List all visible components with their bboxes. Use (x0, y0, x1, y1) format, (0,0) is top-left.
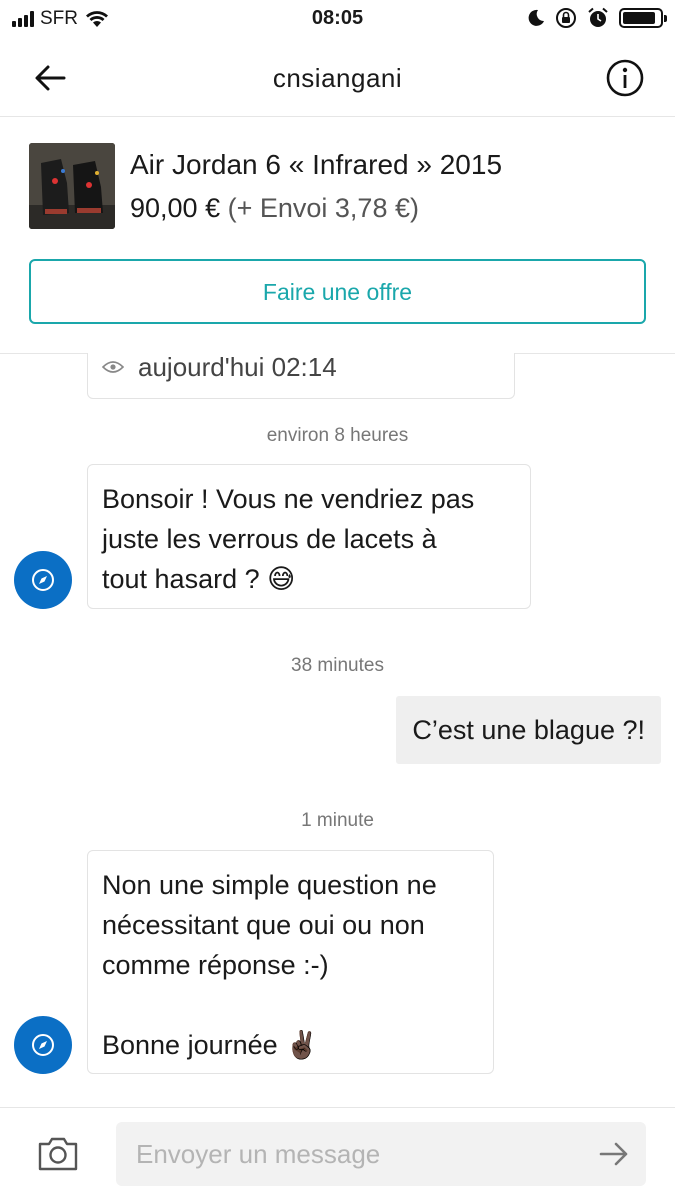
message-line: Non une simple question ne (102, 870, 437, 900)
message-list[interactable]: aujourd'hui 02:14 environ 8 heures Bonso… (0, 353, 675, 1107)
incoming-message-bubble[interactable]: Non une simple question ne nécessitant q… (87, 850, 494, 1074)
message-line: juste les verrous de lacets à (102, 524, 437, 554)
seen-receipt-bubble: aujourd'hui 02:14 (87, 353, 515, 399)
message-line-blank (102, 985, 479, 1025)
message-time-separator: environ 8 heures (266, 425, 409, 446)
avatar[interactable] (14, 551, 72, 609)
compass-icon (32, 569, 54, 591)
message-time-separator: 1 minute (301, 810, 374, 831)
product-card: Air Jordan 6 « Infrared » 2015 90,00 € (… (0, 117, 675, 354)
battery-icon (619, 8, 667, 28)
message-line: Bonne journée ✌🏿 (102, 1025, 479, 1065)
outgoing-message-bubble[interactable]: C’est une blague ?! (396, 696, 661, 764)
message-line-text: Bonne journée (102, 1030, 278, 1060)
eye-icon (102, 361, 124, 373)
conversation-title: cnsiangani (272, 63, 403, 93)
moon-icon (528, 9, 544, 26)
avatar[interactable] (14, 1016, 72, 1074)
shipping-cost: (+ Envoi 3,78 €) (227, 193, 419, 223)
message-line: nécessitant que oui ou non (102, 910, 425, 940)
message-line: tout hasard ? 😅 (102, 559, 516, 599)
message-line: comme réponse :-) (102, 950, 329, 980)
victory-hand-emoji: ✌🏿 (285, 1030, 319, 1060)
sneaker-photo-image (29, 143, 115, 229)
send-arrow-icon[interactable] (599, 1140, 629, 1168)
camera-icon[interactable] (36, 1134, 80, 1174)
compass-icon (32, 1034, 54, 1056)
message-composer (0, 1107, 675, 1201)
rotation-lock-icon (556, 8, 576, 28)
conversation-header: cnsiangani (0, 38, 675, 117)
alarm-icon (588, 7, 608, 27)
seen-timestamp: aujourd'hui 02:14 (138, 353, 337, 382)
product-thumbnail[interactable] (29, 143, 115, 229)
status-right (527, 7, 667, 29)
product-title[interactable]: Air Jordan 6 « Infrared » 2015 (130, 149, 502, 181)
message-time-separator: 38 minutes (291, 655, 384, 676)
product-price: 90,00 € (130, 193, 221, 223)
message-line: Bonsoir ! Vous ne vendriez pas (102, 484, 475, 514)
sweat-smile-emoji: 😅 (267, 564, 296, 594)
incoming-message-bubble[interactable]: Bonsoir ! Vous ne vendriez pas juste les… (87, 464, 531, 609)
info-circle-icon[interactable] (605, 58, 645, 98)
status-bar: SFR 08:05 (0, 0, 675, 38)
message-line-text: tout hasard ? (102, 564, 260, 594)
product-price-row: 90,00 € (+ Envoi 3,78 €) (130, 193, 419, 224)
message-input[interactable] (116, 1122, 646, 1186)
make-offer-button[interactable]: Faire une offre (29, 259, 646, 324)
